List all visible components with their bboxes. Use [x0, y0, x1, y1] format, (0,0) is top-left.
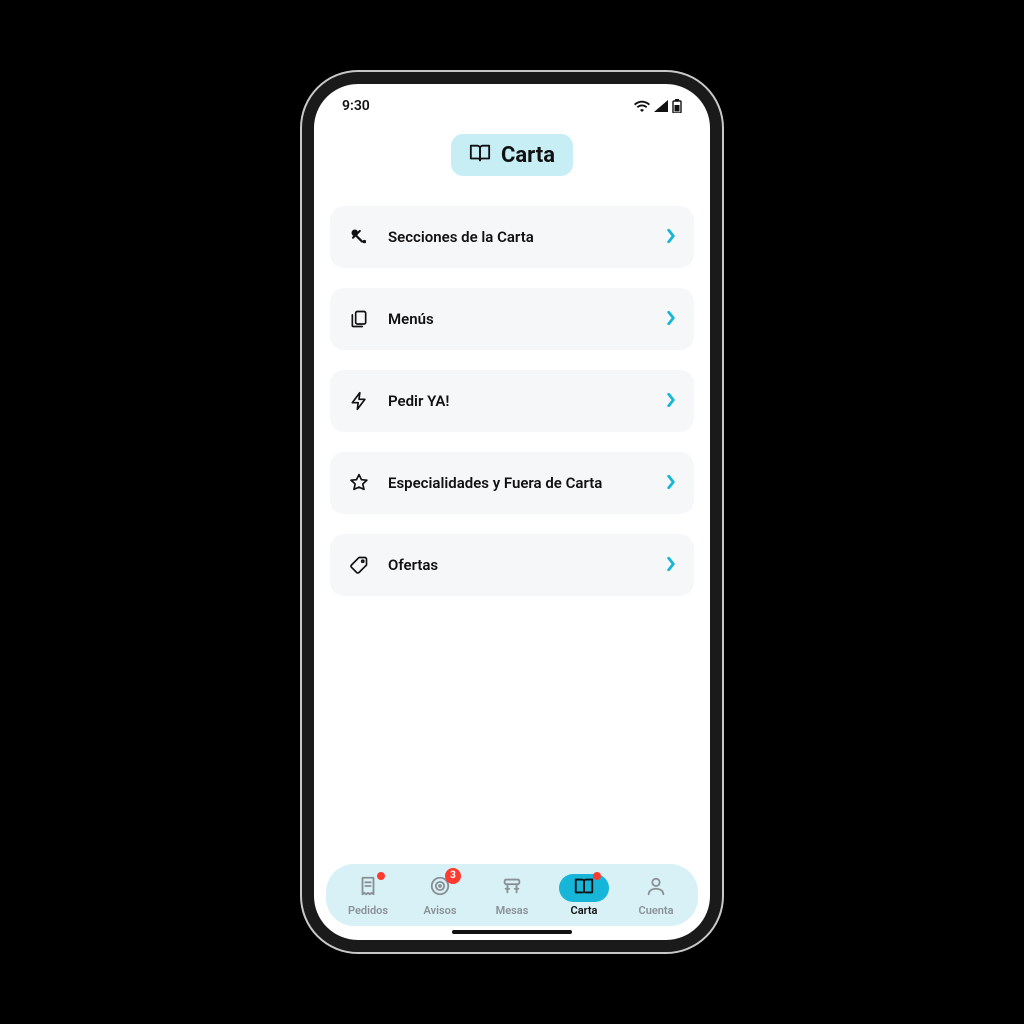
- menu-item-label: Pedir YA!: [388, 392, 666, 410]
- tab-label: Mesas: [496, 904, 529, 917]
- badge-count: 3: [445, 868, 461, 884]
- bottom-nav: Pedidos 3 Avisos Mesas: [326, 864, 698, 926]
- header-pill: Carta: [451, 134, 573, 176]
- person-icon: [645, 875, 667, 900]
- phone-frame: 9:30 Carta Secciones de la: [302, 72, 722, 952]
- tab-mesas[interactable]: Mesas: [476, 874, 548, 917]
- book-icon: [573, 875, 595, 900]
- menu-item-label: Menús: [388, 310, 666, 328]
- badge-dot: [593, 872, 601, 880]
- table-icon: [501, 875, 523, 900]
- menu-item-menus[interactable]: Menús: [330, 288, 694, 350]
- tab-label: Cuenta: [639, 904, 674, 917]
- chevron-right-icon: [666, 228, 676, 247]
- signal-icon: [654, 100, 668, 112]
- star-icon: [348, 472, 370, 494]
- copy-icon: [348, 308, 370, 330]
- book-open-icon: [469, 142, 491, 168]
- chevron-right-icon: [666, 556, 676, 575]
- utensils-icon: [348, 226, 370, 248]
- menu-item-ofertas[interactable]: Ofertas: [330, 534, 694, 596]
- tab-label: Avisos: [424, 904, 457, 917]
- chevron-right-icon: [666, 310, 676, 329]
- tab-carta[interactable]: Carta: [548, 874, 620, 917]
- tag-icon: [348, 554, 370, 576]
- badge-dot: [377, 872, 385, 880]
- home-indicator: [452, 930, 572, 934]
- status-time: 9:30: [342, 98, 370, 114]
- menu-item-label: Especialidades y Fuera de Carta: [388, 474, 666, 492]
- chevron-right-icon: [666, 474, 676, 493]
- chevron-right-icon: [666, 392, 676, 411]
- menu-item-label: Secciones de la Carta: [388, 228, 666, 246]
- tab-cuenta[interactable]: Cuenta: [620, 874, 692, 917]
- tab-label: Carta: [571, 904, 598, 917]
- menu-item-especialidades[interactable]: Especialidades y Fuera de Carta: [330, 452, 694, 514]
- menu-list: Secciones de la Carta Menús Pedir YA!: [314, 194, 710, 864]
- tab-avisos[interactable]: 3 Avisos: [404, 874, 476, 917]
- receipt-icon: [357, 875, 379, 900]
- menu-item-pedir-ya[interactable]: Pedir YA!: [330, 370, 694, 432]
- bolt-icon: [348, 390, 370, 412]
- menu-item-label: Ofertas: [388, 556, 666, 574]
- menu-item-secciones[interactable]: Secciones de la Carta: [330, 206, 694, 268]
- wifi-icon: [634, 100, 650, 112]
- tab-pedidos[interactable]: Pedidos: [332, 874, 404, 917]
- status-icons: [634, 99, 682, 113]
- tab-label: Pedidos: [348, 904, 388, 917]
- battery-icon: [672, 99, 682, 113]
- page-header: Carta: [314, 128, 710, 194]
- status-bar: 9:30: [314, 84, 710, 128]
- page-title: Carta: [501, 143, 555, 168]
